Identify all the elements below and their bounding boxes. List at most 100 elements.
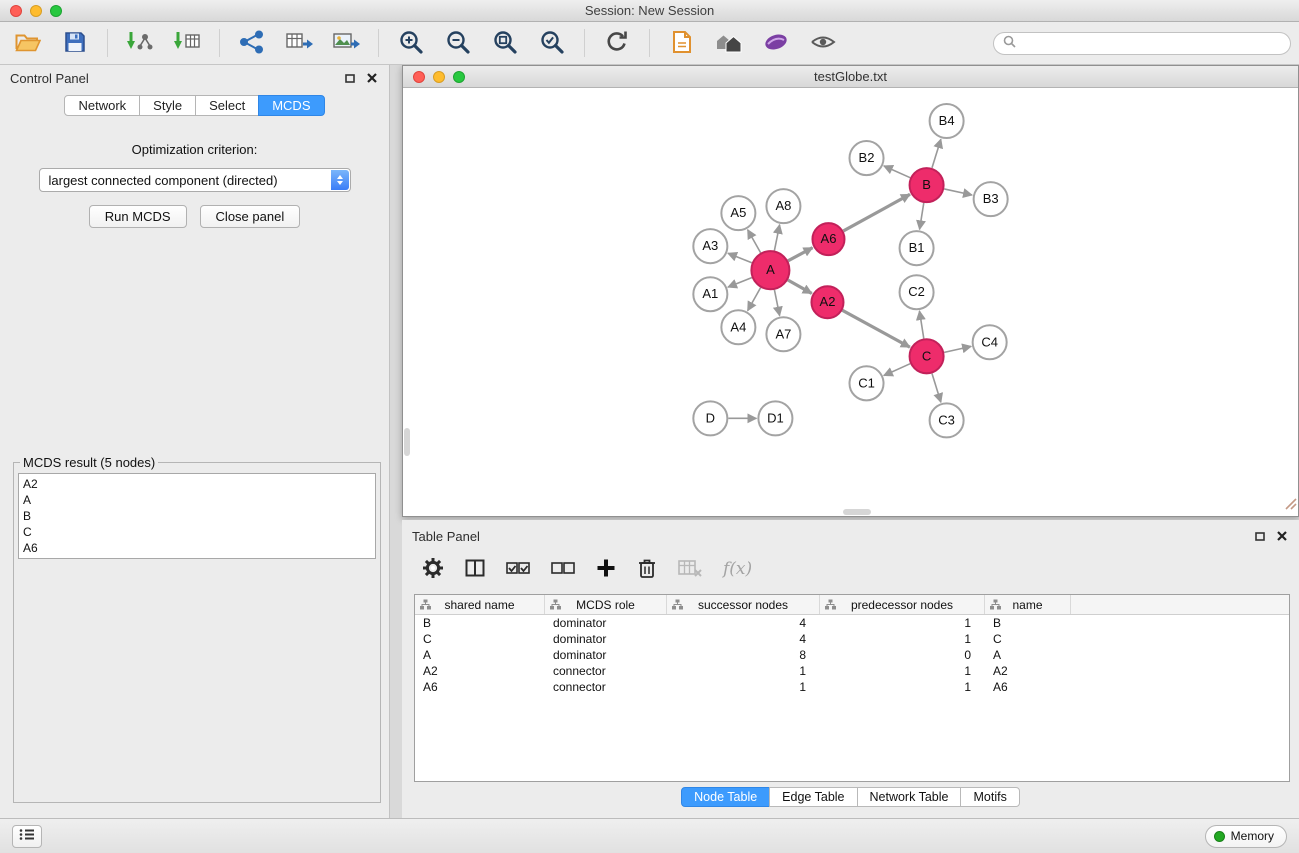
graph-node-C3[interactable]: C3 [930, 403, 964, 437]
column-header-name[interactable]: name [985, 595, 1071, 614]
table-cell[interactable]: C [985, 631, 1071, 647]
graph-edge-C-C3[interactable] [932, 374, 941, 403]
float-panel-icon[interactable] [345, 71, 355, 86]
save-session-button[interactable] [57, 27, 93, 59]
table-cell[interactable]: dominator [545, 647, 667, 663]
graph-node-A1[interactable]: A1 [693, 277, 727, 311]
resize-grip[interactable] [1284, 497, 1297, 515]
table-cell[interactable]: 4 [667, 631, 820, 647]
table-cell[interactable]: B [415, 615, 545, 631]
show-hide-details-button[interactable] [805, 27, 841, 59]
graph-node-A5[interactable]: A5 [721, 196, 755, 230]
graph-node-C[interactable]: C [910, 339, 944, 373]
minimize-network-button[interactable] [433, 71, 445, 83]
graph-edge-C-C4[interactable] [944, 346, 971, 352]
graph-edge-B-B4[interactable] [932, 139, 941, 168]
open-session-button[interactable] [10, 27, 46, 59]
table-cell[interactable]: A6 [415, 679, 545, 695]
table-tab-node-table[interactable]: Node Table [681, 787, 770, 807]
graph-edge-C-C1[interactable] [884, 364, 910, 376]
graph-node-B2[interactable]: B2 [849, 141, 883, 175]
table-cell[interactable]: 4 [667, 615, 820, 631]
table-cell[interactable]: 1 [820, 631, 985, 647]
graph-node-B[interactable]: B [910, 168, 944, 202]
column-header-mcds-role[interactable]: MCDS role [545, 595, 667, 614]
control-tab-style[interactable]: Style [139, 95, 196, 116]
column-header-predecessor-nodes[interactable]: predecessor nodes [820, 595, 985, 614]
panel-selector-button[interactable] [12, 825, 42, 848]
table-cell[interactable]: A2 [985, 663, 1071, 679]
visual-properties-button[interactable] [758, 27, 794, 59]
import-table-button[interactable] [169, 27, 205, 59]
table-cell[interactable]: 0 [820, 647, 985, 663]
close-network-button[interactable] [413, 71, 425, 83]
deselect-all-button[interactable] [551, 560, 575, 579]
table-cell[interactable]: B [985, 615, 1071, 631]
memory-button[interactable]: Memory [1205, 825, 1287, 848]
graph-edge-A-A4[interactable] [748, 288, 761, 311]
import-network-button[interactable] [122, 27, 158, 59]
table-row[interactable]: A2connector11A2 [415, 663, 1289, 679]
table-cell[interactable]: dominator [545, 615, 667, 631]
graph-node-C1[interactable]: C1 [849, 366, 883, 400]
zoom-fit-button[interactable] [487, 27, 523, 59]
zoom-selected-button[interactable] [534, 27, 570, 59]
add-column-button[interactable] [596, 558, 616, 581]
graph-edge-A-A6[interactable] [788, 248, 813, 261]
graph-edge-A-A8[interactable] [774, 225, 779, 251]
graph-node-B1[interactable]: B1 [900, 231, 934, 265]
close-window-button[interactable] [10, 5, 22, 17]
graph-node-A6[interactable]: A6 [812, 223, 844, 255]
table-tab-network-table[interactable]: Network Table [857, 787, 962, 807]
table-cell[interactable]: A6 [985, 679, 1071, 695]
mcds-result-item[interactable]: A6 [23, 540, 371, 556]
table-row[interactable]: A6connector11A6 [415, 679, 1289, 695]
graph-edge-C-C2[interactable] [919, 311, 923, 338]
table-cell[interactable]: A [985, 647, 1071, 663]
table-cell[interactable]: C [415, 631, 545, 647]
zoom-window-button[interactable] [50, 5, 62, 17]
network-graph[interactable]: AA1A3A5A8A4A7A6A2BB1B2B3B4CC1C2C3C4DD1 [403, 88, 1298, 516]
table-cell[interactable]: 1 [820, 615, 985, 631]
open-document-button[interactable] [664, 27, 700, 59]
graph-node-C4[interactable]: C4 [973, 325, 1007, 359]
column-header-successor-nodes[interactable]: successor nodes [667, 595, 820, 614]
graph-node-A7[interactable]: A7 [766, 317, 800, 351]
table-cell[interactable]: 1 [820, 663, 985, 679]
export-image-button[interactable] [328, 27, 364, 59]
table-row[interactable]: Adominator80A [415, 647, 1289, 663]
table-settings-button[interactable] [422, 557, 444, 582]
column-header-shared-name[interactable]: shared name [415, 595, 545, 614]
graph-edge-A-A2[interactable] [788, 280, 812, 293]
graph-edge-A-A1[interactable] [728, 278, 752, 288]
graph-edge-B-B3[interactable] [944, 189, 972, 195]
table-cell[interactable]: 1 [667, 663, 820, 679]
graph-node-A4[interactable]: A4 [721, 310, 755, 344]
graph-edge-A2-C[interactable] [842, 310, 909, 347]
search-input[interactable] [1021, 37, 1281, 51]
table-cell[interactable]: 8 [667, 647, 820, 663]
graph-edge-A6-B[interactable] [843, 194, 910, 231]
delete-column-button[interactable] [637, 557, 657, 582]
mcds-result-item[interactable]: A2 [23, 476, 371, 492]
graph-node-B4[interactable]: B4 [930, 104, 964, 138]
optimization-dropdown[interactable]: largest connected component (directed) [39, 168, 351, 192]
zoom-in-button[interactable] [393, 27, 429, 59]
table-cell[interactable]: connector [545, 679, 667, 695]
table-tab-motifs[interactable]: Motifs [960, 787, 1019, 807]
refresh-view-button[interactable] [599, 27, 635, 59]
zoom-network-button[interactable] [453, 71, 465, 83]
graph-node-C2[interactable]: C2 [900, 275, 934, 309]
graph-edge-A-A3[interactable] [728, 253, 752, 263]
graph-node-A[interactable]: A [751, 251, 789, 289]
zoom-out-button[interactable] [440, 27, 476, 59]
select-all-button[interactable] [506, 560, 530, 579]
control-tab-mcds[interactable]: MCDS [258, 95, 324, 116]
vertical-scrollbar[interactable] [404, 428, 410, 456]
run-mcds-button[interactable]: Run MCDS [89, 205, 187, 228]
table-tab-edge-table[interactable]: Edge Table [769, 787, 857, 807]
close-panel-icon[interactable] [367, 71, 377, 86]
graph-edge-B-B1[interactable] [920, 203, 924, 229]
graph-edge-A-A7[interactable] [774, 290, 779, 316]
mcds-result-item[interactable]: C [23, 524, 371, 540]
